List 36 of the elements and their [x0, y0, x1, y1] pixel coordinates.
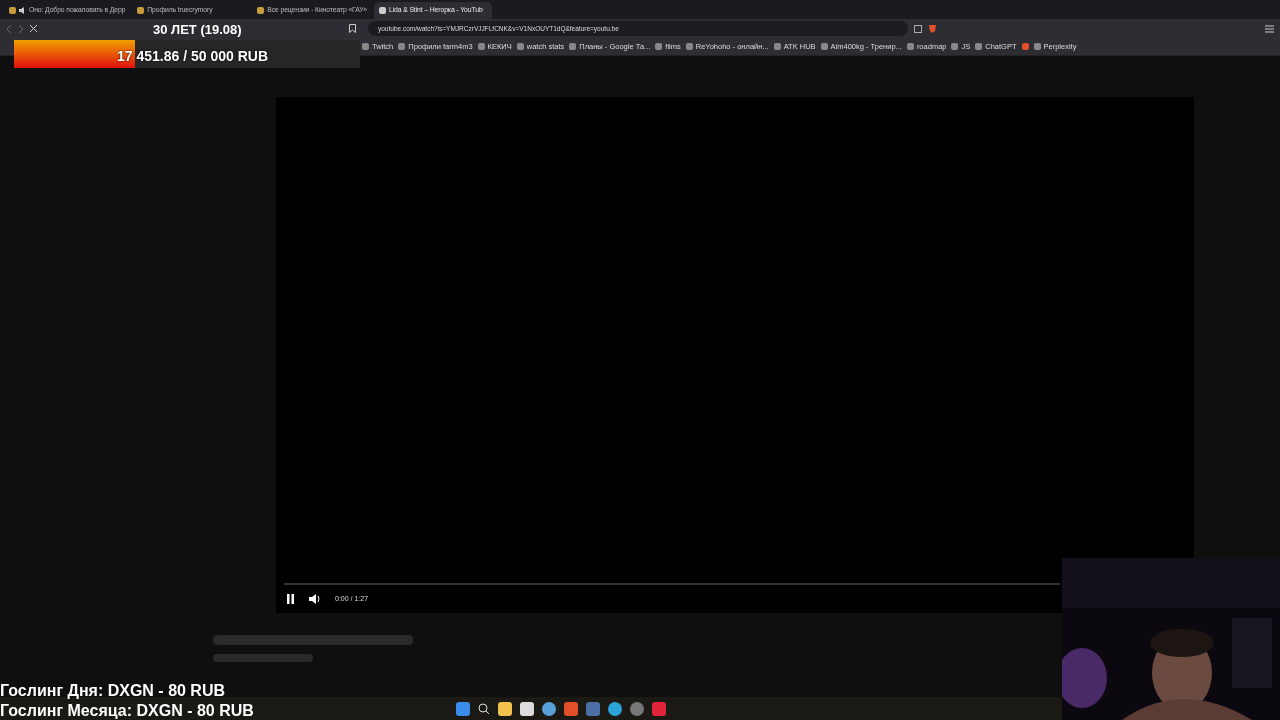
search-icon[interactable]	[478, 702, 490, 715]
favicon-icon	[477, 43, 485, 50]
favicon-icon	[362, 43, 369, 50]
favicon-icon	[975, 43, 983, 50]
back-icon[interactable]	[6, 24, 12, 33]
favicon-icon	[820, 43, 828, 50]
favicon-icon	[516, 43, 524, 50]
translate-icon[interactable]	[914, 24, 922, 33]
favicon-icon	[9, 7, 16, 14]
app-icon[interactable]	[520, 701, 534, 716]
goal-title: 30 ЛЕТ (19.08)	[153, 21, 242, 39]
volume-icon[interactable]	[309, 594, 321, 604]
favicon-icon	[951, 43, 959, 50]
favicon-icon	[398, 43, 406, 50]
favicon-icon	[906, 43, 914, 50]
bookmark-icon[interactable]	[349, 24, 356, 33]
folder-icon[interactable]	[498, 701, 512, 716]
app-icon[interactable]	[608, 701, 622, 716]
favicon-icon	[137, 7, 145, 14]
pause-icon[interactable]	[286, 594, 295, 604]
favicon-icon	[1033, 43, 1041, 50]
favicon-icon	[569, 43, 577, 50]
forward-icon[interactable]	[18, 24, 24, 33]
menu-icon[interactable]	[1265, 24, 1274, 33]
donor-line: Гослинг Дня: DXGN - 80 RUB	[0, 681, 227, 701]
app-icon[interactable]	[542, 701, 556, 716]
start-icon[interactable]	[456, 701, 470, 716]
donor-line: Гослинг Месяца: DXGN - 80 RUB	[0, 701, 254, 720]
favicon-icon	[378, 7, 386, 14]
favicon-icon	[655, 43, 663, 50]
favicon-icon	[773, 43, 781, 50]
close-icon[interactable]	[30, 25, 37, 32]
favicon-icon	[257, 7, 265, 14]
favicon-icon	[685, 43, 693, 50]
speaker-icon[interactable]	[19, 7, 26, 14]
goal-amount: 17 451.86 / 50 000 RUB	[117, 47, 268, 66]
